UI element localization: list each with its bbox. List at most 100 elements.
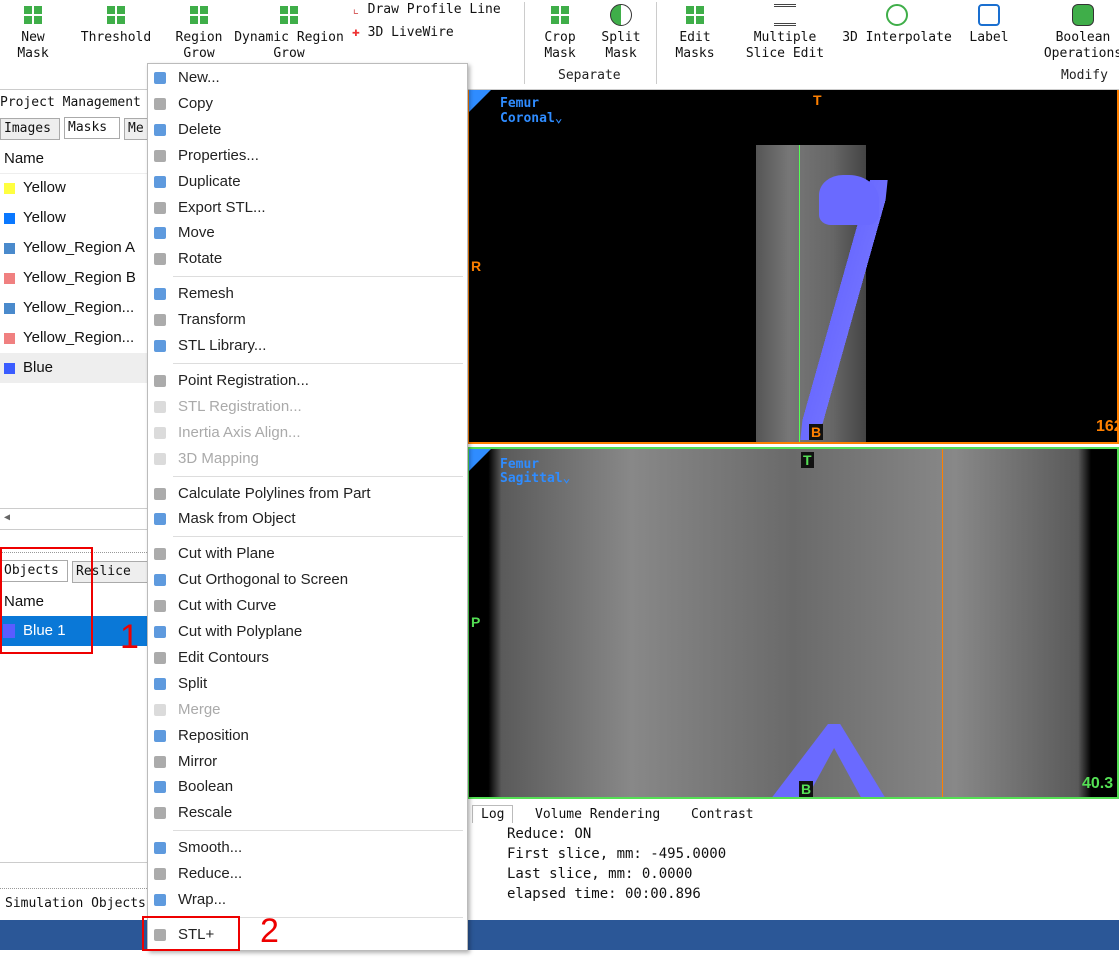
region-grow-icon <box>188 4 210 26</box>
menu-item-stl-registration[interactable]: STL Registration... <box>148 394 467 420</box>
livewire-button[interactable]: ✚ 3D LiveWire <box>352 25 454 40</box>
menu-item-export-stl[interactable]: Export STL... <box>148 195 467 221</box>
menu-item-reduce[interactable]: Reduce... <box>148 861 467 887</box>
new-mask-button[interactable]: New Mask <box>10 4 56 62</box>
chevron-down-icon: ⌄ <box>562 471 571 486</box>
log-panel: Log Volume Rendering Contrast Reduce: ON… <box>467 800 1119 920</box>
mapping-icon <box>154 452 166 465</box>
polylines-icon <box>154 487 166 500</box>
color-swatch <box>4 273 15 284</box>
transform-icon <box>154 314 166 327</box>
menu-separator <box>173 362 463 364</box>
menu-item-point-registration[interactable]: Point Registration... <box>148 368 467 394</box>
mask-row[interactable]: Yellow <box>0 203 147 233</box>
menu-item-rescale[interactable]: Rescale <box>148 800 467 826</box>
menu-item-transform[interactable]: Transform <box>148 307 467 333</box>
annotation-box-1 <box>0 547 93 654</box>
threshold-button[interactable]: Threshold <box>78 4 154 46</box>
horizontal-scrollbar[interactable]: ◀ <box>0 508 147 530</box>
tab-log[interactable]: Log <box>472 805 514 823</box>
menu-item-3d-mapping[interactable]: 3D Mapping <box>148 446 467 472</box>
menu-item-boolean[interactable]: Boolean <box>148 774 467 800</box>
menu-item-edit-contours[interactable]: Edit Contours <box>148 645 467 671</box>
menu-item-reposition[interactable]: Reposition <box>148 723 467 749</box>
3d-interpolate-button[interactable]: 3D Interpolate <box>840 4 954 46</box>
mask-row[interactable]: Yellow <box>0 173 147 203</box>
crosshair-line[interactable] <box>799 145 800 442</box>
menu-item-move[interactable]: Move <box>148 220 467 246</box>
menu-item-properties[interactable]: Properties... <box>148 143 467 169</box>
point-registration-icon <box>154 374 166 387</box>
menu-item-smooth[interactable]: Smooth... <box>148 835 467 861</box>
crosshair-line[interactable] <box>942 449 943 797</box>
menu-item-calculate-polylines-from-part[interactable]: Calculate Polylines from Part <box>148 481 467 507</box>
menu-item-split[interactable]: Split <box>148 671 467 697</box>
inertia-icon <box>154 426 166 439</box>
color-swatch <box>4 243 15 254</box>
tab-masks[interactable]: Masks <box>64 117 120 139</box>
boolean-icon <box>154 781 166 794</box>
menu-item-delete[interactable]: Delete <box>148 117 467 143</box>
menu-item-wrap[interactable]: Wrap... <box>148 887 467 913</box>
menu-item-stl-library[interactable]: STL Library... <box>148 333 467 359</box>
region-grow-button[interactable]: Region Grow <box>172 4 226 62</box>
tab-volume-rendering[interactable]: Volume Rendering <box>527 806 668 823</box>
edit-masks-button[interactable]: Edit Masks <box>672 4 718 62</box>
boolean-operations-button[interactable]: Boolean Operations <box>1040 4 1119 62</box>
menu-item-mask-from-object[interactable]: Mask from Object <box>148 506 467 532</box>
log-output: Reduce: ON First slice, mm: -495.0000 La… <box>507 826 727 902</box>
multiple-slice-edit-button[interactable]: Multiple Slice Edit <box>742 4 828 62</box>
menu-item-cut-with-plane[interactable]: Cut with Plane <box>148 541 467 567</box>
color-swatch <box>4 333 15 344</box>
orientation-dropdown[interactable]: Sagittal⌄ <box>500 471 570 486</box>
mask-row[interactable]: Yellow_Region... <box>0 323 147 353</box>
mask-row[interactable]: Yellow_Region... <box>0 293 147 323</box>
annotation-number-1: 1 <box>120 618 139 656</box>
scroll-left-icon[interactable]: ◀ <box>4 512 10 523</box>
mask-row[interactable]: Blue <box>0 353 147 383</box>
tab-contrast[interactable]: Contrast <box>683 806 762 823</box>
mask-from-object-icon <box>154 513 166 526</box>
library-icon <box>154 340 166 352</box>
menu-item-new[interactable]: New... <box>148 65 467 91</box>
label-button[interactable]: Label <box>966 4 1012 46</box>
reposition-icon <box>154 729 166 742</box>
duplicate-icon <box>154 175 166 188</box>
orientation-bottom: B <box>809 424 824 440</box>
interpolate-icon <box>886 4 908 26</box>
menu-item-cut-with-polyplane[interactable]: Cut with Polyplane <box>148 619 467 645</box>
smooth-icon <box>154 842 166 855</box>
column-header-name[interactable]: Name <box>0 144 147 174</box>
split-mask-button[interactable]: Split Mask <box>598 4 644 62</box>
coronal-view[interactable]: Femur Coronal⌄ T R B 162 <box>467 90 1119 444</box>
cut-orthogonal-icon <box>154 574 166 587</box>
orientation-bottom: B <box>799 781 814 797</box>
menu-item-merge[interactable]: Merge <box>148 697 467 723</box>
tab-images[interactable]: Images <box>0 118 60 140</box>
mirror-icon <box>154 755 166 768</box>
dynamic-region-grow-button[interactable]: Dynamic Region Grow <box>232 4 346 62</box>
crop-mask-button[interactable]: Crop Mask <box>538 4 582 62</box>
view-corner-icon <box>469 90 491 112</box>
mask-row[interactable]: Yellow_Region A <box>0 233 147 263</box>
split-icon <box>154 677 166 690</box>
simulation-objects-label[interactable]: Simulation Objects <box>5 896 146 911</box>
mask-row[interactable]: Yellow_Region B <box>0 263 147 293</box>
menu-item-rotate[interactable]: Rotate <box>148 246 467 272</box>
femur-head-mask <box>819 175 879 225</box>
menu-item-inertia-axis-align[interactable]: Inertia Axis Align... <box>148 420 467 446</box>
orientation-dropdown[interactable]: Coronal⌄ <box>500 111 563 126</box>
group-label-modify: Modify <box>1061 68 1108 83</box>
draw-profile-line-button[interactable]: ⌞ Draw Profile Line <box>352 2 501 17</box>
edit-contours-icon <box>154 651 166 664</box>
menu-item-cut-orthogonal-to-screen[interactable]: Cut Orthogonal to Screen <box>148 567 467 593</box>
menu-item-cut-with-curve[interactable]: Cut with Curve <box>148 593 467 619</box>
sagittal-view[interactable]: Femur Sagittal⌄ T P B 40.3 <box>467 447 1119 799</box>
menu-separator <box>173 830 463 832</box>
menu-item-remesh[interactable]: Remesh <box>148 281 467 307</box>
menu-item-copy[interactable]: Copy <box>148 91 467 117</box>
profile-line-icon: ⌞ <box>352 2 360 17</box>
menu-item-duplicate[interactable]: Duplicate <box>148 169 467 195</box>
multiple-slice-edit-icon <box>774 4 796 26</box>
menu-item-mirror[interactable]: Mirror <box>148 749 467 775</box>
